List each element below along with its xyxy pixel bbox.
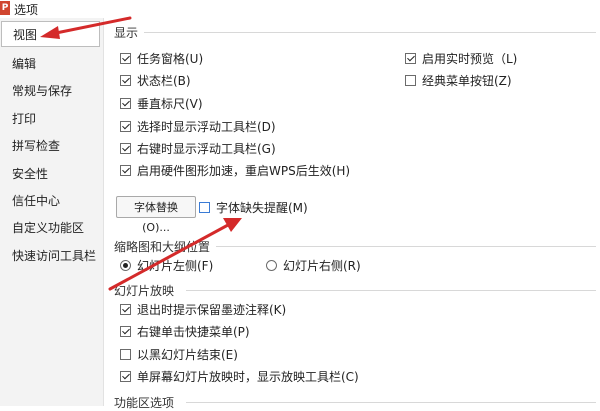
classic-menu-checkbox[interactable] [405,74,416,86]
select-float-toolbar-label: 选择时显示浮动工具栏(D) [137,119,276,134]
end-black-slide-label: 以黑幻灯片结束(E) [137,347,238,362]
show-toolbar-checkbox[interactable] [120,370,131,382]
end-black-slide-checkbox[interactable] [120,348,131,360]
display-section-title: 显示 [114,26,139,40]
sidebar-item-view[interactable]: 视图 [1,21,100,47]
select-float-toolbar-checkbox[interactable] [120,120,131,132]
right-click-menu-checkbox[interactable] [120,325,131,337]
vertical-ruler-option[interactable]: 垂直标尺(V) [120,95,203,111]
sidebar-item-quick-access-toolbar[interactable]: 快速访问工具栏 [12,247,96,264]
vertical-ruler-checkbox[interactable] [120,97,131,109]
task-pane-option[interactable]: 任务窗格(U) [120,50,203,66]
sidebar-item-print[interactable]: 打印 [12,110,36,127]
right-click-menu-option[interactable]: 右键单击快捷菜单(P) [120,323,250,339]
sidebar-item-general-save[interactable]: 常规与保存 [12,82,72,99]
ink-annotation-label: 退出时提示保留墨迹注释(K) [137,302,287,317]
options-panel: 显示 任务窗格(U) 状态栏(B) 垂直标尺(V) 选择时显示浮动工具栏(D) … [104,18,600,410]
sidebar-item-security[interactable]: 安全性 [12,165,48,182]
status-bar-checkbox[interactable] [120,74,131,86]
font-missing-option[interactable]: 字体缺失提醒(M) [199,199,308,215]
sidebar: 视图 编辑 常规与保存 打印 拼写检查 安全性 信任中心 自定义功能区 快速访问… [0,18,104,406]
sidebar-item-spell-check[interactable]: 拼写检查 [12,137,60,154]
thumbnail-right-radio[interactable] [266,259,277,271]
classic-menu-label: 经典菜单按钮(Z) [422,73,512,88]
slideshow-section-divider [186,290,596,291]
window-title: 选项 [14,3,39,17]
thumbnail-right-option[interactable]: 幻灯片右侧(R) [266,257,361,273]
font-missing-checkbox[interactable] [199,201,210,213]
live-preview-label: 启用实时预览（L) [422,51,518,66]
thumbnail-section-divider [216,246,596,247]
sidebar-item-trust-center[interactable]: 信任中心 [12,192,60,209]
classic-menu-option[interactable]: 经典菜单按钮(Z) [405,72,512,88]
rightclick-float-toolbar-checkbox[interactable] [120,142,131,154]
vertical-ruler-label: 垂直标尺(V) [137,96,203,111]
hardware-acceleration-label: 启用硬件图形加速，重启WPS后生效(H) [137,163,351,178]
status-bar-label: 状态栏(B) [137,73,191,88]
task-pane-checkbox[interactable] [120,52,131,64]
hardware-acceleration-checkbox[interactable] [120,164,131,176]
ink-annotation-option[interactable]: 退出时提示保留墨迹注释(K) [120,301,286,317]
thumbnail-section-title: 缩略图和大纲位置 [114,240,211,254]
slideshow-section-title: 幻灯片放映 [114,284,175,298]
display-section-divider [144,32,596,33]
rightclick-float-toolbar-label: 右键时显示浮动工具栏(G) [137,141,276,156]
thumbnail-left-label: 幻灯片左侧(F) [137,258,214,273]
font-replace-button[interactable]: 字体替换(O)... [116,196,196,234]
task-pane-label: 任务窗格(U) [137,51,204,66]
end-black-slide-option[interactable]: 以黑幻灯片结束(E) [120,346,238,362]
show-toolbar-option[interactable]: 单屏幕幻灯片放映时，显示放映工具栏(C) [120,368,359,384]
app-logo-icon: P [0,1,10,15]
rightclick-float-toolbar-option[interactable]: 右键时显示浮动工具栏(G) [120,140,276,156]
thumbnail-right-label: 幻灯片右侧(R) [283,258,361,273]
font-missing-label: 字体缺失提醒(M) [216,200,308,215]
thumbnail-left-radio[interactable] [120,259,131,271]
show-toolbar-label: 单屏幕幻灯片放映时，显示放映工具栏(C) [137,369,359,384]
sidebar-item-edit[interactable]: 编辑 [12,55,36,72]
title-bar: P 选项 [0,0,600,18]
hardware-acceleration-option[interactable]: 启用硬件图形加速，重启WPS后生效(H) [120,162,350,178]
thumbnail-left-option[interactable]: 幻灯片左侧(F) [120,257,213,273]
ink-annotation-checkbox[interactable] [120,303,131,315]
live-preview-checkbox[interactable] [405,52,416,64]
ribbon-section-divider [186,402,596,403]
ribbon-section-title: 功能区选项 [114,396,175,410]
select-float-toolbar-option[interactable]: 选择时显示浮动工具栏(D) [120,118,276,134]
status-bar-option[interactable]: 状态栏(B) [120,72,191,88]
live-preview-option[interactable]: 启用实时预览（L) [405,50,517,66]
sidebar-item-customize-ribbon[interactable]: 自定义功能区 [12,219,84,236]
right-click-menu-label: 右键单击快捷菜单(P) [137,324,250,339]
